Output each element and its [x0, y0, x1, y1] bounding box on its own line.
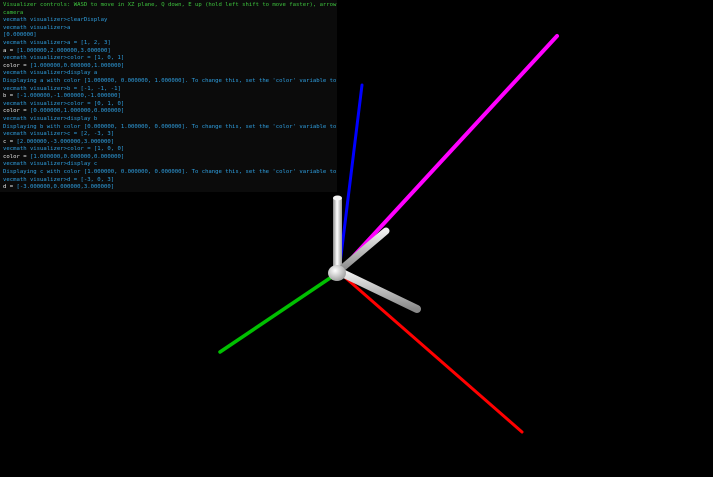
vector-d-line [337, 83, 364, 274]
console-variable-name: color [3, 108, 20, 115]
console-line: d = [-3.000000,0.000000,3.000000] [3, 184, 115, 191]
axis-y-cap [333, 195, 342, 201]
axes-gizmo [328, 195, 421, 313]
console-line: color = [1.000000,0.000000,1.000000] [3, 62, 125, 69]
axis-y-cylinder [333, 198, 342, 272]
axis-x-cylinder [336, 268, 421, 313]
console-line: Displaying a with color [1.000000, 0.000… [3, 77, 337, 84]
console-line: a = [1.000000,2.000000,3.000000] [3, 47, 111, 54]
console-line: vecmath visualizer>d = [-3, 0, 3] [3, 176, 115, 183]
visualizer-viewport[interactable]: Visualizer controls: WASD to move in XZ … [0, 0, 713, 477]
console-line: vecmath visualizer>color = [0, 1, 0] [3, 100, 125, 107]
console-line: Displaying c with color [1.000000, 0.000… [3, 169, 337, 176]
console-variable-value: [1.000000,2.000000,3.000000] [16, 47, 111, 54]
console-line: camera [3, 9, 24, 16]
vector-a-line [337, 34, 559, 274]
console-line: vecmath visualizer>display b [3, 115, 98, 122]
axis-z-cylinder [336, 227, 390, 274]
console-line: color = [1.000000,0.000000,0.000000] [3, 153, 125, 160]
console-line: vecmath visualizer>display c [3, 161, 98, 168]
console-line: vecmath visualizer>a [3, 24, 71, 31]
origin-sphere [328, 265, 346, 281]
console-variable-value: [1.000000,0.000000,0.000000] [29, 153, 125, 160]
console-variable-value: [-3.000000,0.000000,3.000000] [16, 184, 115, 191]
console-variable-value: [1.000000,0.000000,1.000000] [29, 62, 125, 69]
console-line: vecmath visualizer>clearDisplay [3, 17, 108, 24]
console-line: vecmath visualizer>color = [1, 0, 0] [3, 146, 125, 153]
console-variable-value: [2.000000,-3.000000,3.000000] [16, 138, 115, 145]
console-line: vecmath visualizer>display a [3, 70, 98, 77]
console-line: vecmath visualizer>b = [-1, -1, -1] [3, 85, 121, 92]
console-variable-name: color [3, 62, 20, 69]
console-line: vecmath visualizer>color = [1, 0, 1] [3, 55, 125, 62]
console-line: c = [2.000000,-3.000000,3.000000] [3, 138, 115, 145]
console-line: color = [0.000000,1.000000,0.000000] [3, 108, 125, 115]
console-variable-value: [-1.000000,-1.000000,-1.000000] [16, 93, 121, 100]
console-line: Visualizer controls: WASD to move in XZ … [3, 2, 337, 8]
console-variable-value: [0.000000,1.000000,0.000000] [29, 108, 125, 115]
console-line: vecmath visualizer>c = [2, -3, 3] [3, 131, 115, 138]
console-line: vecmath visualizer>a = [1, 2, 3] [3, 39, 111, 46]
console-variable-name: color [3, 153, 20, 160]
vector-c-line [337, 270, 524, 434]
vector-b-line [218, 270, 341, 354]
command-console[interactable]: Visualizer controls: WASD to move in XZ … [0, 0, 337, 192]
console-line: [0.000000] [3, 32, 37, 39]
console-line: b = [-1.000000,-1.000000,-1.000000] [3, 93, 121, 100]
console-line: Displaying b with color [0.000000, 1.000… [3, 123, 337, 130]
